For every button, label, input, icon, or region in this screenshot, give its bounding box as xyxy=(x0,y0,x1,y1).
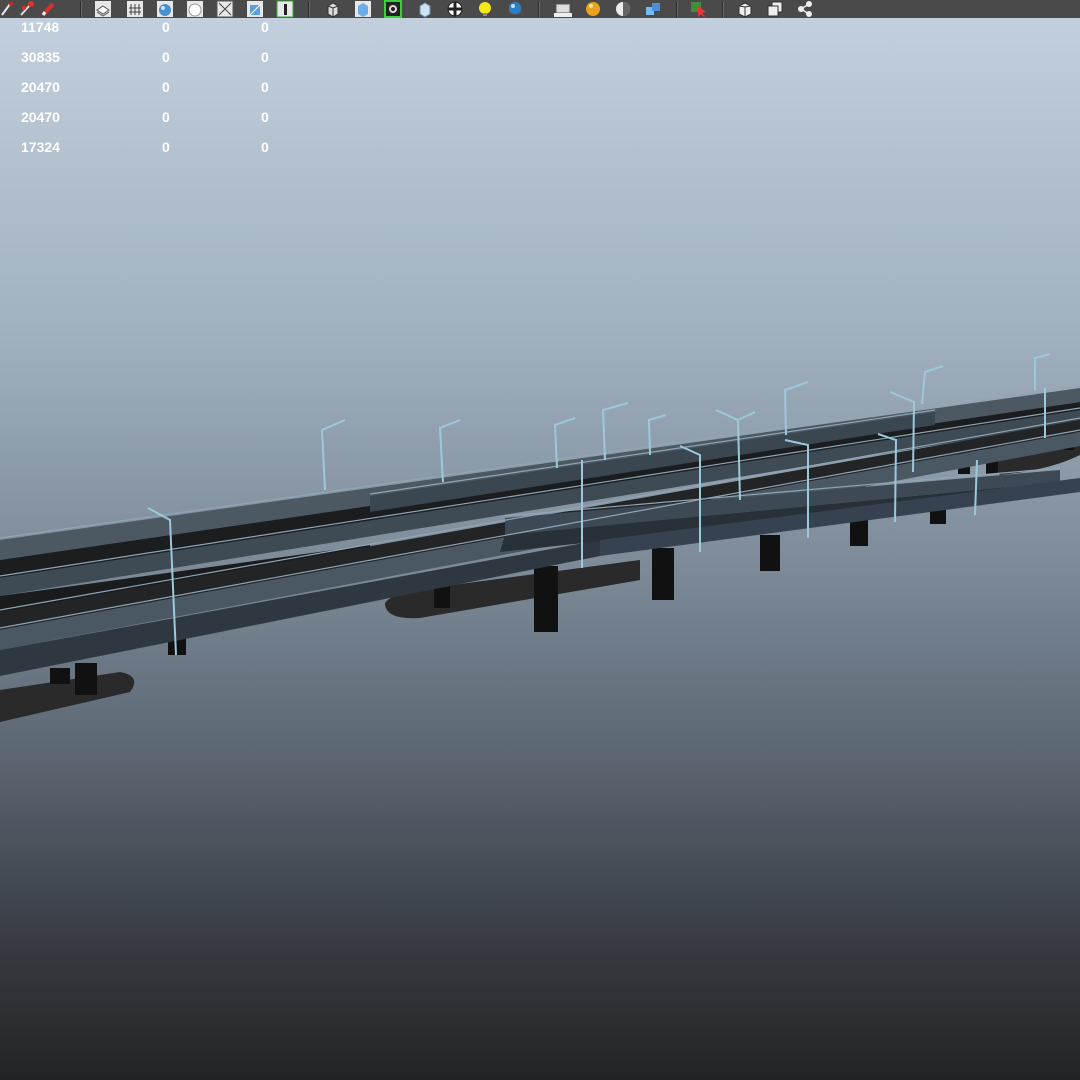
hud-row-edges: 30835 0 0 xyxy=(0,48,320,66)
duplicate-icon[interactable] xyxy=(766,0,784,18)
hud-value: 20470 xyxy=(21,79,60,95)
hud-value: 0 xyxy=(261,139,269,155)
wireframe-sphere-icon[interactable] xyxy=(186,0,204,18)
pier xyxy=(50,668,70,684)
hud-row-faces: 20470 0 0 xyxy=(0,78,320,96)
toolbar-separator xyxy=(676,1,678,17)
hud-value: 0 xyxy=(162,109,170,125)
pier xyxy=(850,520,868,546)
hud-row-verts: 11748 0 0 xyxy=(0,18,320,36)
hud-row-tris: 20470 0 0 xyxy=(0,108,320,126)
hud-value: 0 xyxy=(162,49,170,65)
share-icon[interactable] xyxy=(796,0,814,18)
lamp-post xyxy=(320,419,346,491)
grid-icon[interactable] xyxy=(126,0,144,18)
paint-effects-icon[interactable] xyxy=(0,0,18,18)
camera-icon[interactable] xyxy=(554,0,572,18)
hud-value: 20470 xyxy=(21,109,60,125)
toolbar-separator xyxy=(722,1,724,17)
xray-icon[interactable] xyxy=(216,0,234,18)
orange-sphere-icon[interactable] xyxy=(584,0,602,18)
pencil-icon[interactable] xyxy=(40,0,58,18)
hud-value: 0 xyxy=(162,19,170,35)
lamp-post xyxy=(438,419,461,483)
hud-value: 0 xyxy=(261,19,269,35)
select-cursor-icon[interactable] xyxy=(690,0,708,18)
pier xyxy=(760,535,780,571)
hud-row-uvs: 17324 0 0 xyxy=(0,138,320,156)
brush-icon[interactable] xyxy=(18,0,36,18)
light-bulb-icon[interactable] xyxy=(476,0,494,18)
viewport-scene xyxy=(0,353,1080,722)
hud-value: 30835 xyxy=(21,49,60,65)
resolution-gate-icon[interactable] xyxy=(276,0,294,18)
hud-value: 17324 xyxy=(21,139,60,155)
pier xyxy=(434,586,450,608)
smooth-shade-icon[interactable] xyxy=(156,0,174,18)
layers-icon[interactable] xyxy=(94,0,112,18)
pier xyxy=(652,548,674,600)
hud-value: 11748 xyxy=(21,19,60,35)
toolbar-separator xyxy=(538,1,540,17)
isolate-select-icon[interactable] xyxy=(324,0,342,18)
lamp-post-arm xyxy=(737,411,756,421)
checker-icon[interactable] xyxy=(446,0,464,18)
viewport-toolbar xyxy=(0,0,1080,18)
pier xyxy=(75,663,97,695)
texture-icon[interactable] xyxy=(246,0,264,18)
hud-value: 0 xyxy=(162,139,170,155)
half-sphere-icon[interactable] xyxy=(614,0,632,18)
lamp-post xyxy=(1034,353,1051,390)
blue-cubes-icon[interactable] xyxy=(644,0,662,18)
lamp-post xyxy=(921,365,944,405)
pier xyxy=(534,566,558,632)
lamp-post xyxy=(974,459,978,516)
bounding-box-icon[interactable] xyxy=(416,0,434,18)
hud-value: 0 xyxy=(261,109,269,125)
box-icon[interactable] xyxy=(736,0,754,18)
hud-value: 0 xyxy=(261,49,269,65)
shaded-sphere-icon[interactable] xyxy=(506,0,524,18)
toolbar-separator xyxy=(80,1,82,17)
3d-viewport[interactable] xyxy=(0,18,1080,1080)
hud-value: 0 xyxy=(261,79,269,95)
hud-value: 0 xyxy=(162,79,170,95)
toolbar-separator xyxy=(308,1,310,17)
active-render-icon[interactable] xyxy=(384,0,402,18)
cube-icon[interactable] xyxy=(354,0,372,18)
